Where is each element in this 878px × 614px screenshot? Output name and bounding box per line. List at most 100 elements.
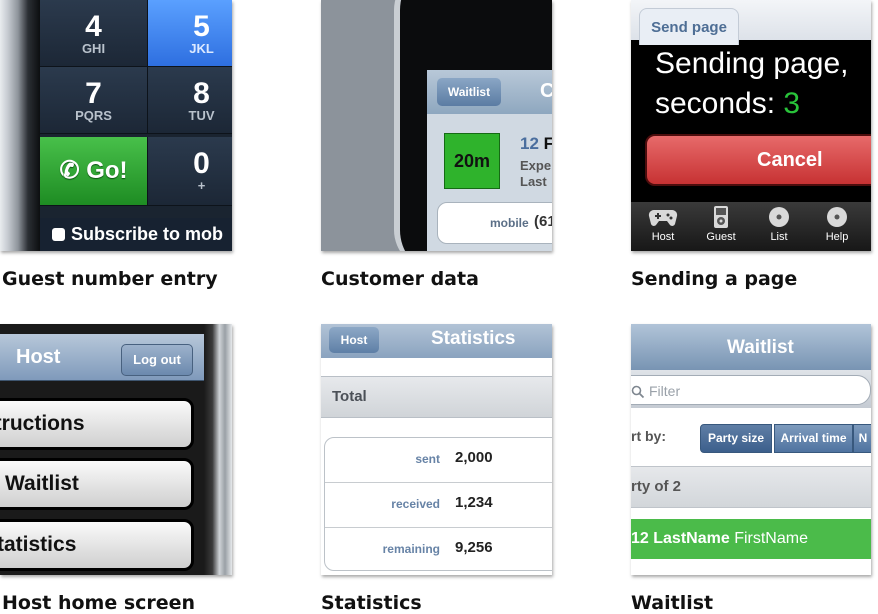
cancel-button[interactable]: Cancel xyxy=(645,134,871,186)
guest-number-entry-screenshot: 4 GHI 5 JKL 7 PQRS 8 TUV ✆ Go! 0 + Subsc… xyxy=(0,0,232,251)
tab-label: Help xyxy=(825,231,849,243)
instructions-button[interactable]: structions xyxy=(0,398,194,450)
table-row: received 1,234 xyxy=(325,483,552,528)
filter-placeholder: Filter xyxy=(649,383,681,399)
party-name: F xyxy=(543,134,552,153)
key-7[interactable]: 7 PQRS xyxy=(40,67,148,134)
sending-line-1: Sending page, xyxy=(655,47,849,80)
nav-bar: Waitlist C xyxy=(427,70,552,114)
sort-name[interactable]: N xyxy=(853,424,871,453)
customer-data-screenshot: Waitlist C 20m 12 F Expe Last mobile (61… xyxy=(321,0,552,251)
tab-help[interactable]: Help xyxy=(809,206,865,243)
key-digit: 7 xyxy=(85,77,102,110)
entry-first-name: FirstName xyxy=(734,530,808,547)
back-button[interactable]: Waitlist xyxy=(437,78,501,106)
caption-guest-number-entry: Guest number entry xyxy=(2,268,218,290)
caption-customer-data: Customer data xyxy=(321,268,479,290)
key-letters: GHI xyxy=(81,41,106,56)
stat-label: sent xyxy=(415,452,440,466)
record-icon xyxy=(827,207,847,227)
caption-waitlist: Waitlist xyxy=(631,592,714,614)
key-5[interactable]: 5 JKL xyxy=(148,0,232,67)
key-digit: 5 xyxy=(193,10,210,43)
tab-label: Host xyxy=(651,231,675,243)
phone-icon: ✆ xyxy=(59,157,80,184)
back-button[interactable]: Host xyxy=(329,327,379,353)
go-button[interactable]: ✆ Go! xyxy=(40,137,148,206)
key-4[interactable]: 4 GHI xyxy=(40,0,148,67)
expected-label: Expe xyxy=(520,158,552,173)
party-number-value: 12 xyxy=(520,134,539,153)
send-page-tab[interactable]: Send page xyxy=(639,8,739,45)
caption-host-home: Host home screen xyxy=(2,592,196,614)
key-letters: JKL xyxy=(189,41,214,56)
phone-bezel xyxy=(204,324,232,575)
keypad: 4 GHI 5 JKL 7 PQRS 8 TUV ✆ Go! 0 + xyxy=(40,0,232,251)
key-letters: TUV xyxy=(188,108,215,123)
tab-host[interactable]: Host xyxy=(635,206,691,243)
caption-sending-page: Sending a page xyxy=(631,268,798,290)
sort-arrival-time[interactable]: Arrival time xyxy=(774,424,853,453)
go-text: Go! xyxy=(86,157,128,184)
caption-statistics: Statistics xyxy=(321,592,422,614)
sort-party-size[interactable]: Party size xyxy=(700,424,772,453)
key-0[interactable]: 0 + xyxy=(148,137,232,206)
group-header: rty of 2 xyxy=(631,466,871,508)
sort-label: rt by: xyxy=(631,428,666,444)
tab-bar: Host Guest List Help xyxy=(631,202,871,251)
waitlist-screenshot: Waitlist Filter rt by: Party size Arriva… xyxy=(631,324,871,575)
seconds-label: seconds: xyxy=(655,87,776,120)
top-bar: Send page xyxy=(631,0,871,45)
subscribe-checkbox[interactable] xyxy=(52,228,65,241)
mobile-label: mobile xyxy=(490,216,529,230)
sort-bar: rt by: Party size Arrival time N xyxy=(631,416,871,456)
entry-last-name: LastName xyxy=(653,530,730,547)
sending-line-2: seconds: 3 xyxy=(655,84,849,124)
go-label: ✆ Go! xyxy=(40,137,147,185)
stat-value: 1,234 xyxy=(455,494,493,511)
host-home-screenshot: Host Log out structions Waitlist Statist… xyxy=(0,324,232,575)
stat-label: received xyxy=(391,497,440,511)
table-row: remaining 9,256 xyxy=(325,528,552,570)
stat-label: remaining xyxy=(382,542,440,556)
nav-bar: Waitlist xyxy=(631,324,871,370)
entry-number: 12 xyxy=(631,530,649,547)
tab-list[interactable]: List xyxy=(751,206,807,243)
nav-title: C xyxy=(540,80,552,102)
statistics-screenshot: Host Statistics Total sent 2,000 receive… xyxy=(321,324,552,575)
subscribe-row[interactable]: Subscribe to mob xyxy=(40,218,232,251)
logout-button[interactable]: Log out xyxy=(121,344,193,376)
search-icon xyxy=(631,385,645,402)
list-item[interactable]: 12 LastName FirstName xyxy=(631,519,871,559)
statistics-button[interactable]: Statistics xyxy=(0,519,194,571)
stats-table: sent 2,000 received 1,234 remaining 9,25… xyxy=(324,437,552,571)
ipod-icon xyxy=(714,206,728,228)
key-digit: 4 xyxy=(85,10,102,43)
tab-label: Guest xyxy=(706,231,736,243)
key-digit: 0 xyxy=(193,147,210,180)
nav-bar: Host Statistics xyxy=(321,324,552,358)
phone-screen: Waitlist C 20m 12 F Expe Last mobile (61… xyxy=(427,70,552,251)
gamepad-icon xyxy=(648,209,678,226)
phone-bezel xyxy=(0,0,40,251)
party-number: 12 F xyxy=(520,134,552,154)
key-digit: 8 xyxy=(193,77,210,110)
last-label: Last xyxy=(520,174,547,189)
tab-label: List xyxy=(770,231,788,243)
tab-guest[interactable]: Guest xyxy=(693,206,749,243)
sending-message: Sending page, seconds: 3 xyxy=(655,44,849,124)
countdown-value: 3 xyxy=(783,87,801,120)
wait-time-badge: 20m xyxy=(444,133,500,189)
nav-title: Statistics xyxy=(431,328,516,349)
waitlist-button[interactable]: Waitlist xyxy=(0,458,194,510)
record-icon xyxy=(769,207,789,227)
sending-page-screenshot: Send page Sending page, seconds: 3 Cance… xyxy=(631,0,871,251)
phone-screen: Host Log out structions Waitlist Statist… xyxy=(0,324,204,575)
table-row: sent 2,000 xyxy=(325,438,552,483)
mobile-row[interactable]: mobile (614 xyxy=(437,202,552,244)
nav-title: Waitlist xyxy=(727,337,794,358)
stat-value: 2,000 xyxy=(455,449,493,466)
key-letters: PQRS xyxy=(75,108,112,123)
key-8[interactable]: 8 TUV xyxy=(148,67,232,134)
mobile-value: (614 xyxy=(534,213,552,230)
